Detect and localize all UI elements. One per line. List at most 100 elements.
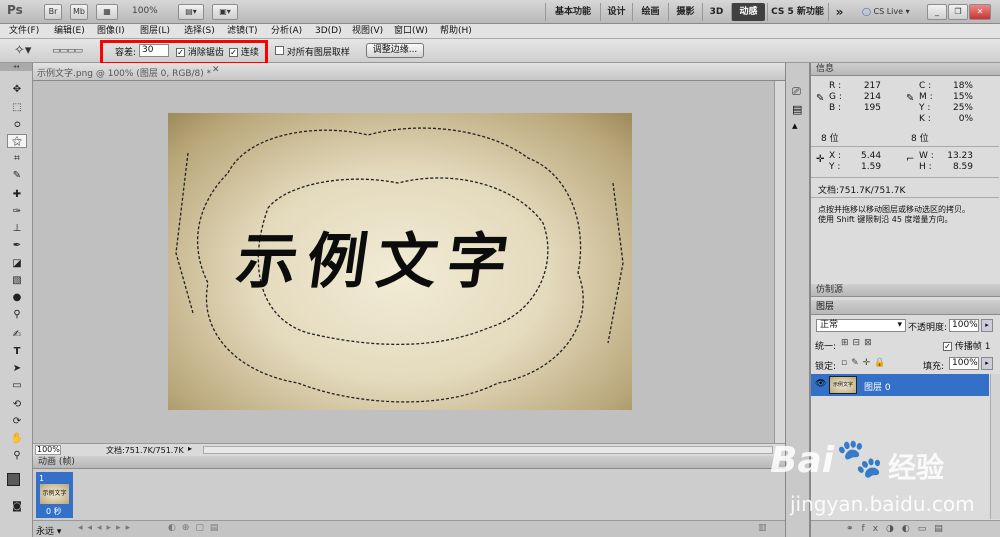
opacity-slider-arrow-icon[interactable]: ▸ [981, 319, 993, 332]
r-value: 217 [863, 81, 881, 91]
layer-row[interactable]: 👁 示例文字 图层 0 [811, 374, 989, 396]
playback-buttons[interactable]: ◂◂◂▸▸▸ [78, 523, 135, 533]
pen-tool-icon[interactable]: ✍ [7, 328, 27, 342]
foreground-color-swatch[interactable] [7, 473, 20, 486]
info-hint: 点按并拖移以移动图层或移动选区的拷贝。 使用 Shift 键限制沿 45 度增量… [818, 205, 970, 224]
x-value: 5.44 [861, 151, 882, 161]
status-zoom[interactable]: 100% [35, 445, 61, 455]
h-value: 8.59 [952, 162, 973, 172]
c-value: 18% [952, 81, 973, 91]
marquee-tool-icon[interactable]: ⬚ [7, 101, 27, 115]
blend-mode-select[interactable]: 正常 ▾ [816, 319, 906, 332]
actions-panel-icon[interactable]: ▤ [792, 103, 802, 116]
type-tool-icon[interactable]: T [7, 345, 27, 359]
status-menu-arrow-icon[interactable]: ▸ [188, 444, 192, 453]
wh-values: 13.23 8.59 [946, 151, 973, 173]
animation-delete-icon[interactable]: ▥ [758, 523, 767, 533]
info-panel-title: 信息 [811, 63, 1000, 76]
lock-icons[interactable]: ▫✎✛🔒 [841, 358, 889, 368]
layer-thumbnail: 示例文字 [829, 376, 857, 394]
vertical-scrollbar[interactable] [774, 81, 785, 443]
3d-rotate-tool-icon[interactable]: ⟲ [7, 398, 27, 412]
path-selection-tool-icon[interactable]: ➤ [7, 362, 27, 376]
layers-panel: 仿制源 图层 正常 ▾ 不透明度: 100% ▸ 统一: ⊞⊟⊠ ✓ 传播帧 1 … [810, 284, 1000, 537]
y-value: 25% [952, 103, 973, 113]
crop-tool-icon[interactable]: ⌗ [7, 152, 27, 166]
k-value: 0% [958, 114, 973, 124]
xy-labels: X : Y : [829, 151, 842, 172]
animation-panel-title: 动画 (帧) [33, 456, 785, 469]
propagate-frame-checkbox[interactable]: ✓ 传播帧 1 [943, 339, 990, 352]
g-value: 214 [863, 92, 881, 102]
rgb-values: 217 214 195 [861, 81, 881, 114]
eyedropper-readout-icon-2: ✎ [906, 93, 915, 104]
bit-depth-cmyk: 8 位 [911, 134, 929, 144]
bit-depth-rgb: 8 位 [821, 134, 839, 144]
quick-mask-icon[interactable]: ◙ [7, 500, 27, 514]
frame-delay[interactable]: 0 秒 [46, 506, 62, 517]
info-doc-size: 文档:751.7K/751.7K [818, 186, 906, 196]
fill-label: 填充: [923, 362, 945, 372]
crosshair-icon: ✛ [816, 154, 825, 165]
layers-footer-icons[interactable]: ⚭fx◑◐▭▤ [846, 524, 951, 534]
blend-mode-dropdown-icon: ▾ [897, 320, 902, 330]
w-value: 13.23 [947, 151, 973, 161]
clone-stamp-tool-icon[interactable]: ⊥ [7, 222, 27, 236]
info-divider-2 [811, 177, 999, 178]
cmyk-labels: C : M : Y : K : [919, 81, 933, 124]
info-divider-3 [811, 197, 999, 198]
layers-tab[interactable]: 图层 [811, 300, 1000, 315]
brush-tool-icon[interactable]: ✑ [7, 205, 27, 219]
clone-source-tab[interactable]: 仿制源 [811, 284, 1000, 297]
dodge-tool-icon[interactable]: ⚲ [7, 308, 27, 322]
propagate-check-icon: ✓ [943, 342, 952, 351]
move-tool-icon[interactable]: ✥ [7, 83, 27, 97]
horizontal-scrollbar[interactable] [203, 446, 773, 454]
blur-tool-icon[interactable]: ● [7, 291, 27, 305]
fill-input[interactable]: 100% [949, 357, 979, 370]
zoom-tool-icon[interactable]: ⚲ [7, 449, 27, 463]
toolbox-collapse-icon[interactable]: ◂◂ [0, 63, 32, 71]
character-panel-icon[interactable]: ▴ [792, 119, 798, 132]
hand-tool-icon[interactable]: ✋ [7, 432, 27, 446]
frame-number: 1 [39, 474, 45, 483]
eyedropper-readout-icon: ✎ [816, 93, 825, 104]
layer-visibility-eye-icon[interactable]: 👁 [815, 379, 826, 389]
rgb-labels: R : G : B : [829, 81, 842, 113]
history-brush-tool-icon[interactable]: ✒ [7, 239, 27, 253]
b-value: 195 [863, 103, 881, 113]
shape-tool-icon[interactable]: ▭ [7, 379, 27, 393]
document-tab-title: 示例文字.png @ 100% (图层 0, RGB/8) * [37, 69, 212, 79]
opacity-label: 不透明度: [908, 323, 948, 333]
animation-controls: 永远 ▾ ◂◂◂▸▸▸ ◐⊕▢▤ ▥ [33, 520, 785, 537]
lock-label: 锁定: [815, 362, 837, 372]
unify-label: 统一: [815, 342, 837, 352]
lasso-tool-icon[interactable]: ഠ [7, 118, 27, 132]
m-value: 15% [952, 92, 973, 102]
frame-thumbnail: 示例文字 [40, 484, 69, 504]
unify-icons[interactable]: ⊞⊟⊠ [841, 338, 876, 348]
info-divider [811, 146, 999, 147]
document-image[interactable]: 示例文字 [168, 113, 632, 410]
animation-frame-1[interactable]: 1 示例文字 0 秒 [36, 472, 73, 518]
loop-select[interactable]: 永远 ▾ [36, 524, 61, 537]
layer-name[interactable]: 图层 0 [864, 380, 891, 393]
xy-values: 5.44 1.59 [861, 151, 881, 173]
eraser-tool-icon[interactable]: ◪ [7, 257, 27, 271]
document-close-icon[interactable]: ✕ [212, 65, 220, 75]
magic-wand-tool-icon[interactable]: ⚝ [7, 134, 27, 148]
history-panel-icon[interactable]: ⎚ [792, 85, 801, 99]
frame-action-buttons[interactable]: ◐⊕▢▤ [168, 523, 224, 533]
healing-brush-tool-icon[interactable]: ✚ [7, 188, 27, 202]
fill-slider-arrow-icon[interactable]: ▸ [981, 357, 993, 370]
document-tab[interactable]: 示例文字.png @ 100% (图层 0, RGB/8) * ✕ [33, 63, 785, 81]
status-doc-size: 文档:751.7K/751.7K [106, 446, 184, 455]
selection-size-icon: ⌐ [906, 154, 915, 165]
opacity-input[interactable]: 100% [949, 319, 979, 332]
toolbox: ◂◂ ✥ ⬚ ഠ ⚝ ⌗ ✎ ✚ ✑ ⊥ ✒ ◪ ▧ ● ⚲ ✍ T ➤ ▭ ⟲… [0, 63, 33, 537]
eyedropper-tool-icon[interactable]: ✎ [7, 169, 27, 183]
layers-scrollbar[interactable] [990, 374, 1000, 519]
3d-orbit-tool-icon[interactable]: ⟳ [7, 415, 27, 429]
gradient-tool-icon[interactable]: ▧ [7, 274, 27, 288]
status-bar: 100% 文档:751.7K/751.7K ▸ [33, 443, 785, 456]
